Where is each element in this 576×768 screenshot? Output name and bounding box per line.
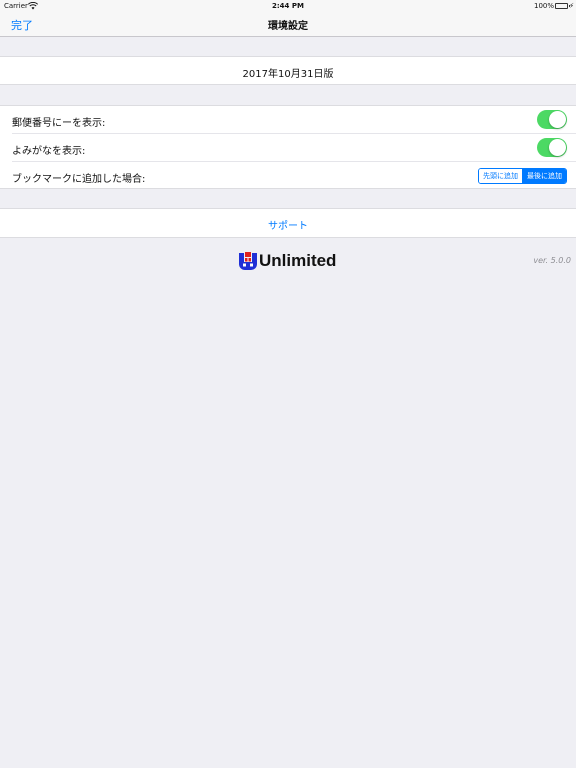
- setting-row-reading: よみがなを表示:: [0, 134, 576, 162]
- setting-row-postal-hyphen: 郵便番号にーを表示:: [0, 106, 576, 134]
- release-date-cell: 2017年10月31日版: [0, 56, 576, 85]
- battery-percent: 100%: [533, 2, 554, 10]
- status-bar: Carrier 2:44 PM 100% ⚡: [0, 0, 576, 12]
- toggle-knob: [549, 139, 566, 156]
- status-time: 2:44 PM: [272, 2, 304, 10]
- toggle-knob: [549, 111, 566, 128]
- setting-row-bookmark: ブックマークに追加した場合: 先頭に追加 最後に追加: [0, 162, 576, 190]
- postal-hyphen-toggle[interactable]: [537, 110, 567, 129]
- bookmark-position-segmented: 先頭に追加 最後に追加: [478, 168, 567, 184]
- setting-label: よみがなを表示:: [12, 146, 86, 157]
- segment-add-first[interactable]: 先頭に追加: [479, 169, 522, 183]
- release-date-label: 2017年10月31日版: [242, 69, 334, 80]
- support-link[interactable]: サポート: [0, 217, 576, 232]
- page-title: 環境設定: [268, 21, 308, 32]
- support-cell[interactable]: サポート: [0, 208, 576, 238]
- unlimited-logo: Unlimited: [239, 251, 336, 271]
- app-version-label: ver. 5.0.0: [533, 256, 571, 265]
- logo-wordmark: Unlimited: [259, 251, 337, 270]
- setting-label: 郵便番号にーを表示:: [12, 118, 106, 129]
- segment-add-last[interactable]: 最後に追加: [522, 169, 566, 183]
- charging-icon: ⚡: [569, 2, 574, 10]
- setting-label: ブックマークに追加した場合:: [12, 174, 146, 185]
- reading-toggle[interactable]: [537, 138, 567, 157]
- unlimited-logo-icon: [239, 252, 257, 270]
- navigation-bar: 完了 環境設定: [0, 12, 576, 37]
- settings-group: 郵便番号にーを表示: よみがなを表示: ブックマークに追加した場合: 先頭に追加…: [0, 105, 576, 189]
- battery-icon: [555, 3, 570, 9]
